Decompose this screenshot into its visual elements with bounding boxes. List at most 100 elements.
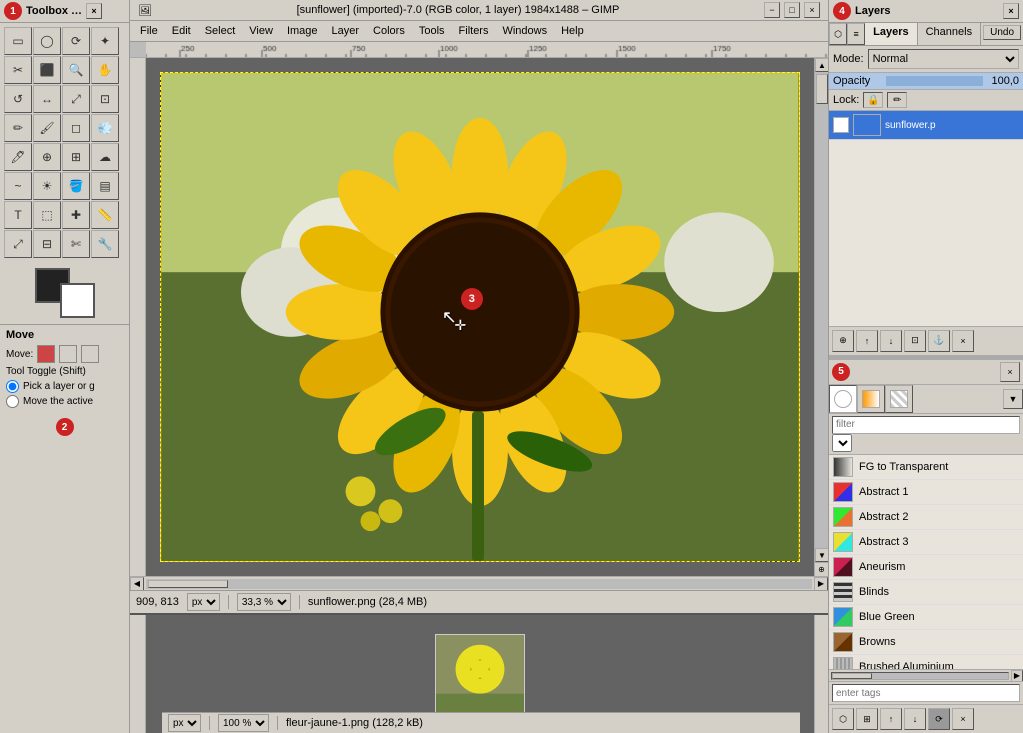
menu-help[interactable]: Help [555,23,590,39]
move-active-radio[interactable] [6,395,19,408]
scroll-track-horizontal[interactable] [146,579,812,589]
anchor-layer-btn[interactable]: ⚓ [928,330,950,352]
tool-zoom[interactable]: 🔍 [62,56,90,84]
pattern-abstract2[interactable]: Abstract 2 [829,505,1023,530]
patterns-close[interactable]: × [1000,362,1020,382]
patterns-list[interactable]: FG to Transparent Abstract 1 Abstract 2 … [829,455,1023,670]
pattern-blinds[interactable]: Blinds [829,580,1023,605]
pat-tab-solid[interactable] [829,385,857,413]
right-scrollbar[interactable]: ▲ ▼ ⊕ [814,58,828,576]
bp-btn-1[interactable]: ⬡ [832,708,854,730]
tool-scale[interactable]: ↔ [33,85,61,113]
tool-heal[interactable]: ⊞ [62,143,90,171]
menu-colors[interactable]: Colors [367,23,411,39]
tool-fg-select[interactable]: ⬛ [33,56,61,84]
pick-layer-row[interactable]: Pick a layer or g [6,380,123,393]
scroll-down-button[interactable]: ▼ [815,548,828,562]
pattern-fg-transparent[interactable]: FG to Transparent [829,455,1023,480]
canvas-container[interactable]: ↖ ✛ 3 [146,58,814,576]
zoom-select[interactable]: 33,3 % [237,593,291,611]
canvas-image[interactable]: ↖ ✛ 3 [160,72,800,562]
duplicate-layer-btn[interactable]: ⊡ [904,330,926,352]
lock-alpha-btn[interactable]: 🔒 [863,92,883,108]
tool-measure[interactable]: 📏 [91,201,119,229]
menu-edit[interactable]: Edit [166,23,197,39]
new-layer-btn[interactable]: ⊕ [832,330,854,352]
layers-panel-close[interactable]: × [1003,3,1019,19]
bp-btn-4[interactable]: ↓ [904,708,926,730]
close-button[interactable]: × [804,2,820,18]
tab-layers[interactable]: Layers [865,23,917,45]
menu-file[interactable]: File [134,23,164,39]
tab-channels[interactable]: Channels [918,23,981,45]
tool-bucket[interactable]: 🪣 [62,172,90,200]
menu-filters[interactable]: Filters [453,23,495,39]
pattern-aneurism[interactable]: Aneurism [829,555,1023,580]
pick-layer-radio[interactable] [6,380,19,393]
undo-btn[interactable]: Undo [981,23,1023,45]
tool-move[interactable]: ⤢ [4,230,32,258]
menu-layer[interactable]: Layer [326,23,366,39]
move-active-row[interactable]: Move the active [6,395,123,408]
menu-select[interactable]: Select [199,23,242,39]
scroll-left-button[interactable]: ◀ [130,577,144,591]
bp-btn-refresh[interactable]: ⟳ [928,708,950,730]
tags-input[interactable] [832,684,1020,702]
filter-input[interactable] [832,416,1020,434]
tool-clone[interactable]: ⊕ [33,143,61,171]
menu-tools[interactable]: Tools [413,23,451,39]
tool-blur[interactable]: ☁ [91,143,119,171]
pattern-brushed-aluminium[interactable]: Brushed Aluminium [829,655,1023,670]
scroll-thumb-vertical[interactable] [816,74,828,104]
tool-perspective[interactable]: ⊡ [91,85,119,113]
patterns-scroll-thumb[interactable] [832,673,872,679]
tool-rect-select[interactable]: ▭ [4,27,32,55]
tool-ink[interactable]: 🖊 [4,143,32,171]
bottom-scrollbar[interactable]: ◀ ▶ [130,576,828,590]
scroll-corner[interactable]: ⊕ [815,562,828,576]
second-image-thumb[interactable] [435,634,525,714]
delete-layer-btn[interactable]: × [952,330,974,352]
maximize-button[interactable]: □ [784,2,800,18]
tool-transform[interactable]: 🔧 [91,230,119,258]
tool-path[interactable]: ⬚ [33,201,61,229]
second-canvas-area[interactable]: px 100 % fleur-jaune-1.png (128,2 kB) [146,615,814,733]
tool-text[interactable]: T [4,201,32,229]
unit-select[interactable]: px [187,593,220,611]
pat-tab-pattern[interactable] [885,385,913,413]
menu-windows[interactable]: Windows [496,23,553,39]
tool-airbrush[interactable]: 💨 [91,114,119,142]
tool-pencil[interactable]: ✏ [4,114,32,142]
tool-rotate[interactable]: ↺ [4,85,32,113]
toolbox-close[interactable]: × [86,3,102,19]
pat-tab-gradient[interactable] [857,385,885,413]
layer-visibility-toggle[interactable]: 👁 [833,117,849,133]
tool-eraser[interactable]: ◻ [62,114,90,142]
pattern-abstract3[interactable]: Abstract 3 [829,530,1023,555]
patterns-scroll-track[interactable] [831,672,1009,680]
second-unit-select[interactable]: px [168,714,201,732]
mode-select[interactable]: Normal [868,49,1019,69]
tool-dodge[interactable]: ☀ [33,172,61,200]
tool-align[interactable]: ⊟ [33,230,61,258]
filter-dropdown[interactable]: ▼ [832,434,852,452]
layer-item[interactable]: 👁 sunflower.p [829,111,1023,140]
tool-smudge[interactable]: ~ [4,172,32,200]
menu-view[interactable]: View [243,23,279,39]
bp-btn-2[interactable]: ⊞ [856,708,878,730]
minimize-button[interactable]: − [764,2,780,18]
bp-btn-delete[interactable]: × [952,708,974,730]
bp-btn-3[interactable]: ↑ [880,708,902,730]
panel-tab-icon2[interactable]: ≡ [847,23,865,45]
scroll-right-button[interactable]: ▶ [814,577,828,591]
patterns-menu[interactable]: ▼ [1003,389,1023,409]
opacity-slider[interactable] [886,76,983,86]
tool-shear[interactable]: ⤢ [62,85,90,113]
lock-draw-btn[interactable]: ✏ [887,92,907,108]
patterns-scrollbar[interactable]: ▶ [829,669,1023,681]
tool-pan[interactable]: ✋ [91,56,119,84]
tool-ellipse-select[interactable]: ◯ [33,27,61,55]
pattern-browns[interactable]: Browns [829,630,1023,655]
raise-layer-btn[interactable]: ↑ [856,330,878,352]
scroll-thumb-horizontal[interactable] [148,580,228,588]
